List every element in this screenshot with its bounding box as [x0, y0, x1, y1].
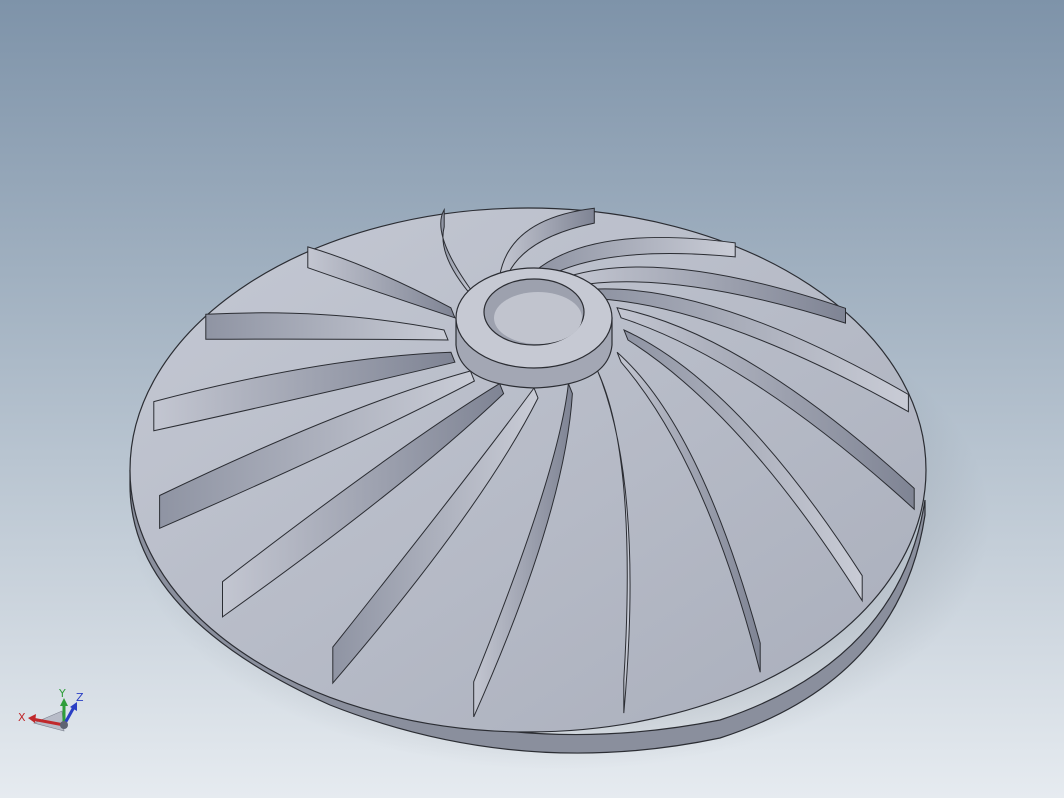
x-axis-head: [28, 714, 36, 723]
hub-bore-inner: [494, 292, 582, 344]
graphics-viewport[interactable]: X Y Z: [0, 0, 1064, 798]
z-axis-label: Z: [76, 691, 84, 704]
impeller-model[interactable]: [0, 0, 1064, 798]
view-triad[interactable]: X Y Z: [14, 685, 94, 745]
triad-origin: [60, 721, 68, 729]
x-axis-label: X: [18, 711, 26, 724]
y-axis-label: Y: [58, 687, 66, 700]
